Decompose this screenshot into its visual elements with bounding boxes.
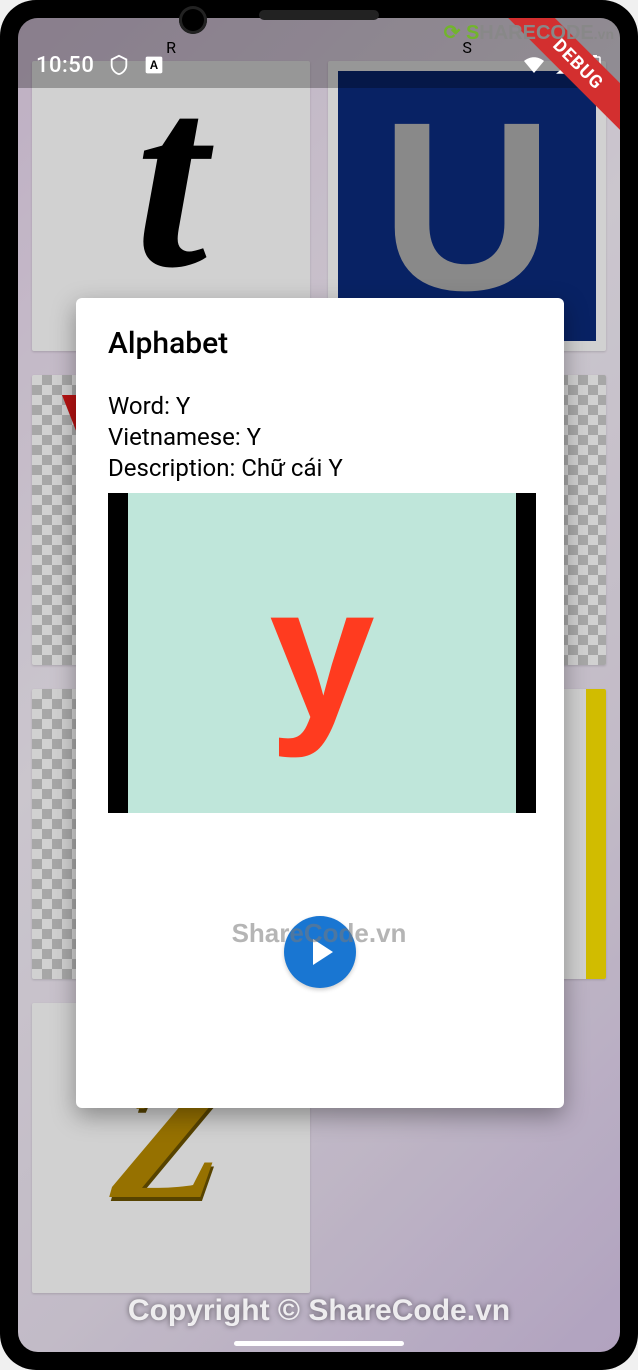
alphabet-dialog: Alphabet Word: Y Vietnamese: Y Descripti…: [76, 298, 564, 1108]
dialog-viet-line: Vietnamese: Y: [108, 422, 532, 453]
shield-icon: [108, 53, 130, 77]
svg-text:A: A: [150, 59, 159, 72]
home-indicator[interactable]: [234, 1341, 404, 1346]
camera-cutout: [179, 6, 207, 34]
viet-label: Vietnamese:: [108, 423, 247, 451]
phone-frame: ⟳ SHARECODE.vn R S t U: [0, 0, 638, 1370]
dialog-title: Alphabet: [108, 326, 532, 361]
wifi-icon: [522, 55, 546, 75]
dialog-word-line: Word: Y: [108, 391, 532, 422]
word-label: Word:: [108, 392, 176, 420]
video-frame: y: [128, 493, 516, 813]
viet-value: Y: [247, 423, 261, 451]
speaker-cutout: [259, 10, 379, 20]
video-player[interactable]: y: [108, 493, 536, 813]
watermark-logo: ⟳ SHARECODE.vn: [444, 20, 614, 45]
dialog-desc-line: Description: Chữ cái Y: [108, 453, 532, 484]
watermark-center: ShareCode.vn: [232, 918, 407, 949]
status-clock: 10:50: [36, 53, 94, 78]
video-letter-y: y: [269, 544, 375, 762]
desc-value: Chữ cái Y: [241, 454, 342, 482]
desc-label: Description:: [108, 454, 241, 482]
translate-icon: A: [144, 55, 164, 75]
screen: ⟳ SHARECODE.vn R S t U: [18, 18, 620, 1352]
watermark-bottom: Copyright © ShareCode.vn: [128, 1294, 510, 1328]
word-value: Y: [176, 392, 190, 420]
